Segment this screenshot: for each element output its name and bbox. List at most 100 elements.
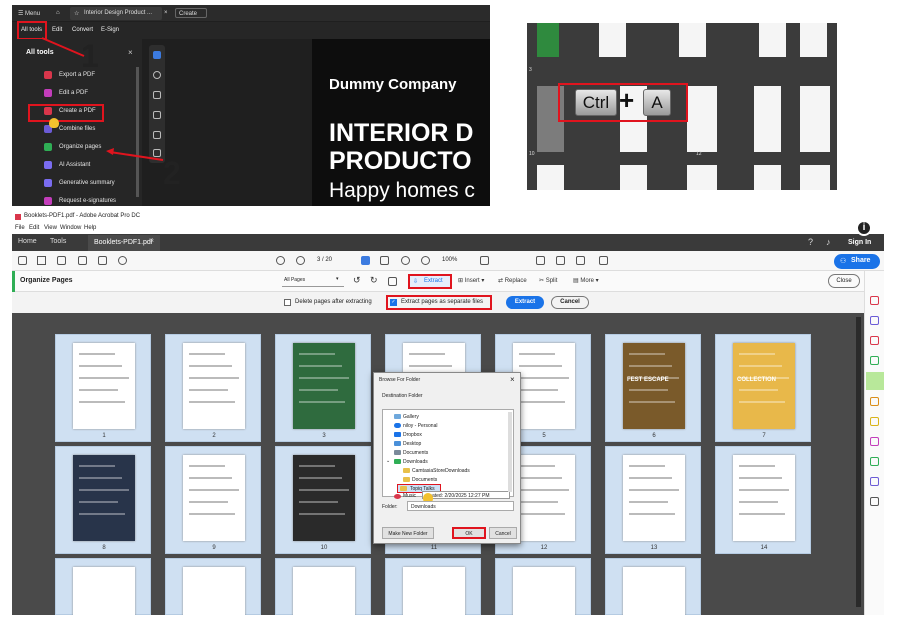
page-thumbnail[interactable]: [385, 558, 481, 615]
mail-icon[interactable]: [98, 256, 107, 265]
tab-document-label: Booklets-PDF1.pdf: [94, 239, 153, 246]
close-tab-icon[interactable]: ×: [150, 238, 154, 245]
star-icon[interactable]: [37, 256, 46, 265]
sign-in-link[interactable]: Sign In: [848, 239, 871, 246]
menu-file[interactable]: File: [15, 225, 25, 231]
highlight-pen-icon[interactable]: [556, 256, 565, 265]
delete-icon[interactable]: [388, 277, 397, 286]
upload-icon[interactable]: [57, 256, 66, 265]
zoom-out-icon[interactable]: [401, 256, 410, 265]
more-tool[interactable]: ▤ More ▾: [573, 277, 599, 284]
page-thumbnail[interactable]: [55, 558, 151, 615]
tree-item-dropbox[interactable]: Dropbox: [403, 432, 422, 438]
tree-item-downloads[interactable]: Downloads: [403, 459, 428, 465]
replace-tool[interactable]: ⇄ Replace: [498, 277, 527, 284]
extract-button[interactable]: Extract: [506, 296, 544, 309]
grid-scrollbar[interactable]: [856, 317, 861, 607]
page-navigation[interactable]: 3 / 20: [317, 257, 332, 263]
print-icon[interactable]: [78, 256, 87, 265]
menu-help[interactable]: Help: [84, 225, 96, 231]
zoom-level[interactable]: 100%: [442, 257, 457, 263]
export-pdf-icon[interactable]: [870, 296, 879, 305]
folder-input[interactable]: Downloads: [407, 501, 514, 511]
folder-tree[interactable]: Gallery niloy - Personal Dropbox Desktop…: [382, 409, 514, 503]
rotate-right-icon[interactable]: ↻: [370, 275, 378, 286]
page-thumbnail[interactable]: 2: [165, 334, 261, 442]
page-thumbnail[interactable]: 13: [605, 446, 701, 554]
page-thumbnail[interactable]: [495, 558, 591, 615]
more-tools-icon[interactable]: [870, 497, 879, 506]
create-pdf-icon[interactable]: [870, 336, 879, 345]
insert-tool[interactable]: ⊞ Insert ▾: [458, 277, 484, 284]
tree-scrollbar[interactable]: [508, 412, 512, 492]
share-button[interactable]: ⚇ Share: [834, 254, 880, 269]
tree-item-sub-documents[interactable]: Documents: [412, 477, 437, 483]
page-thumbnail[interactable]: 3: [275, 334, 371, 442]
page-thumbnail[interactable]: [165, 558, 261, 615]
page-thumbnail[interactable]: [275, 558, 371, 615]
help-icon[interactable]: ?: [808, 237, 813, 247]
menu-window[interactable]: Window: [60, 225, 81, 231]
tab-document[interactable]: Booklets-PDF1.pdf ×: [88, 235, 160, 251]
hand-tool-icon[interactable]: [380, 256, 389, 265]
menu-edit[interactable]: Edit: [29, 225, 39, 231]
page-thumbnail[interactable]: [605, 558, 701, 615]
expand-chevron-icon[interactable]: ⌄: [386, 458, 390, 464]
tree-item-documents[interactable]: Documents: [403, 450, 428, 456]
tree-item-camtasia[interactable]: CamtasiaStoreDownloads: [412, 468, 470, 474]
folder-icon: [400, 486, 407, 491]
page-thumbnail[interactable]: 9: [165, 446, 261, 554]
draw-icon[interactable]: [576, 256, 585, 265]
page-down-icon[interactable]: [296, 256, 305, 265]
text-line: [629, 501, 668, 503]
ok-button[interactable]: OK: [452, 527, 486, 539]
delete-pages-checkbox[interactable]: [284, 299, 291, 306]
page-thumbnail[interactable]: FEST ESCAPE 6: [605, 334, 701, 442]
tab-tools[interactable]: Tools: [50, 238, 66, 245]
make-new-folder-button[interactable]: Make New Folder: [382, 527, 434, 539]
organize-pages-toolbar: Organize Pages All Pages ▾ ↺ ↻ ⇩ Extract…: [12, 271, 864, 292]
dialog-cancel-button[interactable]: Cancel: [489, 527, 517, 539]
stamp-icon[interactable]: [599, 256, 608, 265]
extract-tool-button[interactable]: ⇩ Extract: [408, 274, 452, 289]
edit-pdf-icon[interactable]: [870, 316, 879, 325]
page-thumbnail[interactable]: 1: [55, 334, 151, 442]
tree-item-music[interactable]: Music: [403, 493, 416, 499]
page-range-select[interactable]: All Pages ▾: [282, 275, 344, 287]
fill-sign-icon[interactable]: [870, 437, 879, 446]
dialog-close-icon[interactable]: ×: [510, 375, 515, 384]
select-tool-icon[interactable]: [361, 256, 370, 265]
close-organize-button[interactable]: Close: [828, 274, 860, 288]
comment-rail-icon[interactable]: [870, 417, 879, 426]
combine-icon[interactable]: [870, 356, 879, 365]
organize-pages-title: Organize Pages: [20, 277, 73, 284]
separate-files-checkbox[interactable]: ✓: [390, 299, 397, 306]
more-label: More: [580, 278, 595, 284]
page-thumbnail[interactable]: 8: [55, 446, 151, 554]
protect-icon[interactable]: [870, 477, 879, 486]
page-thumbnail[interactable]: COLLECTION 7: [715, 334, 811, 442]
organize-active-icon[interactable]: [866, 372, 884, 390]
comment-icon[interactable]: [536, 256, 545, 265]
rotate-left-icon[interactable]: ↺: [353, 275, 361, 286]
tree-item-desktop[interactable]: Desktop: [403, 441, 421, 447]
menu-view[interactable]: View: [44, 225, 57, 231]
page-thumbnail[interactable]: 14: [715, 446, 811, 554]
zoom-in-icon[interactable]: [421, 256, 430, 265]
page-thumbnail[interactable]: 10: [275, 446, 371, 554]
separate-files-label: Extract pages as separate files: [401, 299, 484, 305]
tab-home[interactable]: Home: [18, 238, 37, 245]
fit-page-icon[interactable]: [480, 256, 489, 265]
scan-icon[interactable]: [870, 397, 879, 406]
tree-item-personal[interactable]: niloy - Personal: [403, 423, 437, 429]
save-icon[interactable]: [18, 256, 27, 265]
bell-icon[interactable]: ♪: [826, 237, 831, 247]
print-production-icon[interactable]: [870, 457, 879, 466]
cancel-button[interactable]: Cancel: [551, 296, 589, 309]
page-up-icon[interactable]: [276, 256, 285, 265]
tree-item-gallery[interactable]: Gallery: [403, 414, 419, 420]
search-icon[interactable]: [118, 256, 127, 265]
page-thumbnail: [687, 165, 717, 190]
text-line: [409, 353, 445, 355]
split-tool[interactable]: ✂ Split: [539, 277, 557, 284]
